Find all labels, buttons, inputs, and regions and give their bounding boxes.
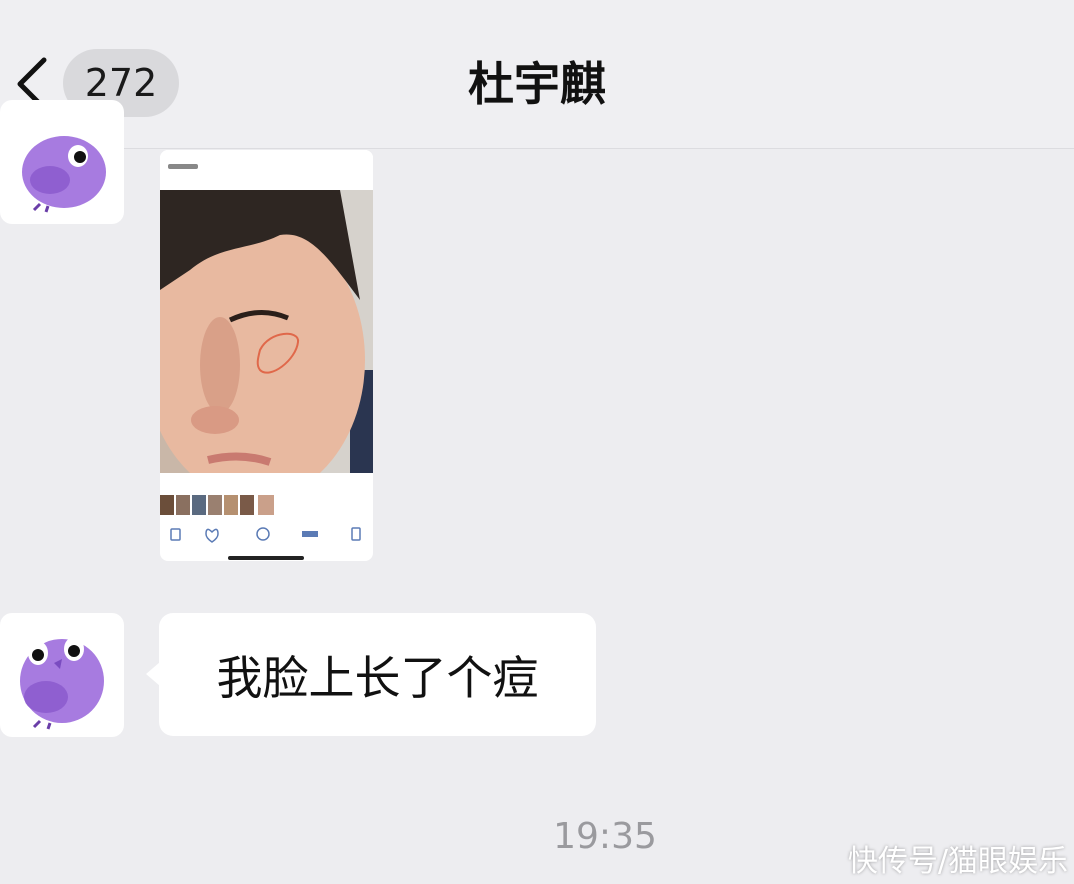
bubble-tail	[146, 662, 160, 686]
message-timestamp: 19:35	[553, 816, 657, 857]
selfie-photo	[160, 190, 373, 473]
screenshot-status-bar	[160, 150, 373, 190]
screenshot-toolbar	[170, 527, 361, 560]
image-message[interactable]	[160, 150, 373, 561]
text-message-bubble[interactable]: 我脸上长了个痘	[159, 613, 596, 736]
purple-bird-sticker-icon	[20, 637, 104, 730]
chat-header: 272 杜宇麒	[0, 0, 1074, 149]
purple-bird-sticker-icon	[22, 136, 106, 213]
contact-avatar[interactable]	[0, 100, 124, 224]
contact-avatar[interactable]	[0, 613, 124, 737]
photo-thumbnail-strip	[160, 495, 274, 515]
chat-title: 杜宇麒	[468, 57, 606, 111]
watermark: 快传号/猫眼娱乐	[847, 844, 1068, 879]
